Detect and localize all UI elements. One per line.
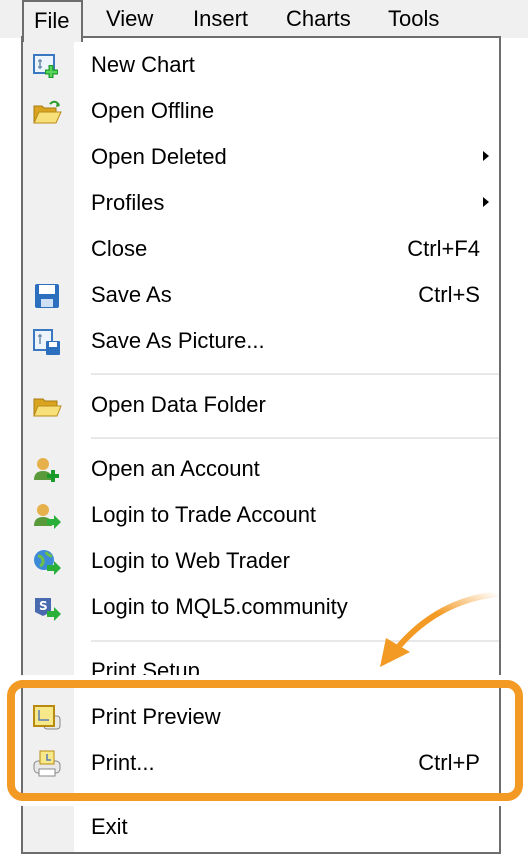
pointer-arrow-icon: [380, 591, 501, 667]
